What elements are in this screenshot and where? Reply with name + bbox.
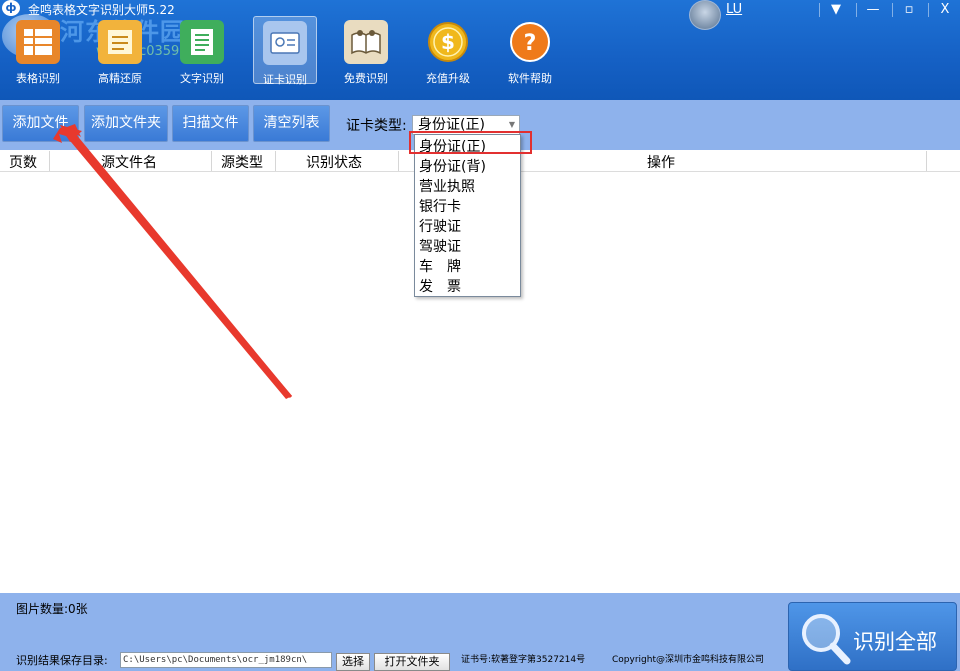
- column-divider: [275, 151, 276, 171]
- svg-text:$: $: [441, 30, 455, 54]
- minimize-button[interactable]: —: [857, 0, 889, 22]
- dropdown-option-business-license[interactable]: 营业执照: [419, 176, 475, 196]
- menu-dropdown-icon[interactable]: ▼: [820, 0, 852, 22]
- nav-label: 充值升级: [416, 70, 480, 86]
- nav-label: 高精还原: [88, 70, 152, 86]
- coin-icon: $: [426, 20, 470, 64]
- nav-software-help[interactable]: ? 软件帮助: [498, 16, 562, 84]
- recognize-all-label: 识别全部: [853, 626, 937, 656]
- avatar[interactable]: [689, 0, 721, 30]
- column-header-status[interactable]: 识别状态: [306, 152, 362, 172]
- help-icon: ?: [508, 20, 552, 64]
- text-recognition-icon: [180, 20, 224, 64]
- svg-text:?: ?: [524, 31, 537, 56]
- column-header-page[interactable]: 页数: [9, 152, 37, 172]
- nav-label: 免费识别: [334, 70, 398, 86]
- column-header-source-filename[interactable]: 源文件名: [101, 152, 157, 172]
- card-type-dropdown: 身份证(正) 身份证(背) 营业执照 银行卡 行驶证 驾驶证 车 牌 发 票: [414, 134, 521, 297]
- nav-high-precision-restore[interactable]: 高精还原: [88, 16, 152, 84]
- column-divider: [926, 151, 927, 171]
- clear-list-button[interactable]: 清空列表: [253, 105, 330, 142]
- nav-label: 表格识别: [6, 70, 70, 86]
- recognize-all-button[interactable]: 识别全部: [788, 602, 957, 671]
- magnifier-icon: [797, 609, 853, 667]
- dropdown-option-driver-license[interactable]: 驾驶证: [419, 236, 461, 256]
- copyright-text: Copyright@深圳市金鸣科技有限公司: [612, 652, 764, 665]
- column-divider: [49, 151, 50, 171]
- dropdown-option-bank-card[interactable]: 银行卡: [419, 196, 461, 216]
- nav-recharge-upgrade[interactable]: $ 充值升级: [416, 16, 480, 84]
- highlight-box: [409, 131, 532, 154]
- choose-dir-button[interactable]: 选择: [336, 653, 370, 671]
- nav-label: 证卡识别: [254, 71, 316, 87]
- dropdown-option-vehicle-license[interactable]: 行驶证: [419, 216, 461, 236]
- nav-table-recognition[interactable]: 表格识别: [6, 16, 70, 84]
- maximize-button[interactable]: ▫: [893, 0, 925, 22]
- restore-icon: [98, 20, 142, 64]
- column-divider: [398, 151, 399, 171]
- dropdown-option-id-back[interactable]: 身份证(背): [419, 156, 486, 176]
- dropdown-option-license-plate[interactable]: 车 牌: [419, 256, 461, 276]
- column-header-action[interactable]: 操作: [647, 152, 675, 172]
- image-count: 图片数量:0张: [16, 600, 88, 617]
- add-file-button[interactable]: 添加文件: [2, 105, 79, 142]
- book-icon: [344, 20, 388, 64]
- nav-free-recognition[interactable]: 免费识别: [334, 16, 398, 84]
- scan-file-button[interactable]: 扫描文件: [172, 105, 249, 142]
- save-dir-label: 识别结果保存目录:: [16, 652, 108, 668]
- app-logo-icon: ф: [2, 0, 20, 16]
- close-button[interactable]: X: [929, 0, 960, 22]
- id-card-icon: [263, 21, 307, 65]
- title-bar: ф 金鸣表格文字识别大师5.22 河东软件园 www.pc0359.cn 表格识…: [0, 0, 960, 100]
- certificate-number: 证书号:软著登字第3527214号: [461, 652, 585, 665]
- nav-id-card-recognition[interactable]: 证卡识别: [253, 16, 317, 84]
- column-divider: [211, 151, 212, 171]
- nav-label: 软件帮助: [498, 70, 562, 86]
- nav-text-recognition[interactable]: 文字识别: [170, 16, 234, 84]
- add-folder-button[interactable]: 添加文件夹: [84, 105, 168, 142]
- open-folder-button[interactable]: 打开文件夹: [374, 653, 450, 671]
- nav-label: 文字识别: [170, 70, 234, 86]
- card-type-label: 证卡类型:: [346, 115, 407, 135]
- column-header-source-type[interactable]: 源类型: [221, 152, 263, 172]
- save-dir-input[interactable]: C:\Users\pc\Documents\ocr_jm189cn\: [120, 652, 332, 668]
- table-recognition-icon: [16, 20, 60, 64]
- dropdown-option-invoice[interactable]: 发 票: [419, 276, 461, 296]
- user-name-link[interactable]: LU: [726, 2, 742, 17]
